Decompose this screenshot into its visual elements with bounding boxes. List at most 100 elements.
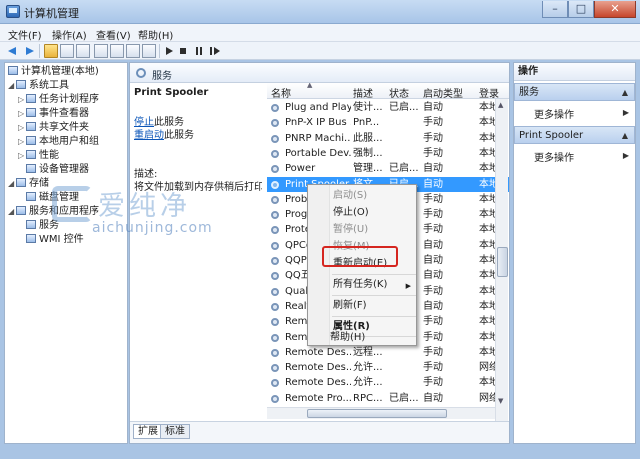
export-list-icon[interactable] (94, 44, 108, 58)
table-row[interactable]: PNRP Machi... 此服... 手动 本地 (267, 131, 509, 146)
services-apps-icon (16, 206, 26, 215)
tree-item-computer-management[interactable]: 计算机管理(本地) (8, 65, 99, 78)
column-logon[interactable]: 登录 (479, 85, 499, 100)
table-row[interactable]: Remote Pro... RPC... 已启... 自动 网络 (267, 391, 509, 406)
services-header-title: 服务 (152, 71, 172, 82)
collapse-triangle-icon[interactable]: ◢ (8, 205, 16, 218)
menu-item-pause[interactable]: 暂停(U) (330, 221, 416, 238)
minimize-button[interactable]: – (542, 1, 568, 18)
tab-extended[interactable]: 扩展 (133, 424, 163, 439)
more-actions-services[interactable]: 更多操作 (534, 106, 574, 121)
menu-item-all-tasks[interactable]: 所有任务(K) (330, 276, 416, 293)
table-row[interactable]: Plug and Play 使计... 已启... 自动 本地 (267, 100, 509, 115)
tree-item-performance[interactable]: ▷ 性能 (18, 149, 59, 162)
cell-status: 已启... (389, 392, 419, 404)
cell-startup-type: 手动 (423, 209, 443, 221)
cell-name: Remote Des... (285, 362, 351, 374)
close-button[interactable]: ✕ (594, 1, 636, 18)
properties-icon[interactable] (126, 44, 140, 58)
gear-icon (271, 364, 279, 373)
table-row[interactable]: Portable Dev... 强制... 手动 本地 (267, 146, 509, 161)
tree-item-shared-folders[interactable]: ▷ 共享文件夹 (18, 121, 89, 134)
table-row[interactable]: Remote Des... 允许... 手动 本地 (267, 375, 509, 390)
menu-action[interactable]: 操作(A) (52, 27, 87, 42)
restart-service-link[interactable]: 重启动 (134, 130, 164, 141)
start-service-icon[interactable] (162, 44, 176, 58)
expand-triangle-icon[interactable]: ▷ (18, 107, 26, 120)
storage-icon (16, 178, 26, 187)
collapse-triangle-icon[interactable]: ◢ (8, 177, 16, 190)
cell-name: Remote Pro... (285, 392, 351, 404)
console-tree-icon[interactable] (60, 44, 74, 58)
menu-file[interactable]: 文件(F) (8, 27, 42, 42)
maximize-button[interactable]: □ (568, 1, 594, 18)
tree-item-storage[interactable]: ◢ 存储 (8, 177, 49, 190)
tree-item-system-tools[interactable]: ◢ 系统工具 (8, 79, 69, 92)
pause-service-icon[interactable] (192, 44, 206, 58)
watermark-logo-icon (52, 186, 92, 222)
column-description[interactable]: 描述 (353, 85, 373, 100)
gear-icon (271, 180, 279, 189)
console-tree: 计算机管理(本地) ◢ 系统工具 ▷ 任务计划程序 ▷ 事件查看器 ▷ 共享文件夹 ▷ 本… (4, 62, 128, 444)
scroll-thumb[interactable] (497, 247, 508, 277)
menu-item-help[interactable]: 帮助(H) (330, 330, 400, 345)
forward-arrow-icon[interactable] (22, 44, 36, 58)
vertical-scrollbar[interactable]: ▲ ▼ (495, 99, 508, 427)
table-row[interactable]: Remote Des... 允许... 手动 网络 (267, 360, 509, 375)
gear-icon (271, 394, 279, 403)
menu-separator (332, 316, 416, 317)
stop-service-icon[interactable] (176, 44, 190, 58)
expand-triangle-icon[interactable]: ▷ (18, 149, 26, 162)
horizontal-scrollbar[interactable] (267, 407, 495, 419)
tree-item-task-scheduler[interactable]: ▷ 任务计划程序 (18, 93, 99, 106)
watermark: 爱纯净 aichunjing.com (52, 186, 252, 246)
gear-icon (271, 195, 279, 204)
actions-section-print-spooler[interactable]: Print Spooler ▲ (514, 126, 635, 144)
toolbar-divider (39, 44, 40, 58)
menu-separator (332, 274, 416, 275)
show-hide-icon[interactable] (142, 44, 156, 58)
tree-item-device-manager[interactable]: 设备管理器 (26, 163, 89, 176)
cell-startup-type: 手动 (423, 346, 443, 358)
table-row[interactable]: Power 管理... 已启... 自动 本地 (267, 161, 509, 176)
table-row[interactable]: Remote Des... 远程... 手动 本地 (267, 345, 509, 360)
tree-item-event-viewer[interactable]: ▷ 事件查看器 (18, 107, 89, 120)
refresh-icon[interactable] (76, 44, 90, 58)
scroll-down-icon[interactable]: ▼ (498, 397, 503, 405)
cell-description: 远程... (353, 346, 383, 358)
gear-icon (271, 165, 279, 174)
menu-view[interactable]: 查看(V) (96, 27, 131, 42)
computer-icon (8, 66, 18, 75)
back-arrow-icon[interactable] (6, 44, 20, 58)
tab-standard[interactable]: 标准 (160, 424, 190, 439)
column-status[interactable]: 状态 (389, 85, 409, 100)
scroll-up-icon[interactable]: ▲ (498, 101, 503, 109)
column-name[interactable]: 名称 (271, 85, 291, 100)
menu-item-start[interactable]: 启动(S) (330, 187, 416, 204)
collapse-triangle-icon[interactable]: ◢ (8, 79, 16, 92)
table-row[interactable]: PnP-X IP Bus ...PnP...手动本地 (267, 115, 509, 130)
actions-section-services[interactable]: 服务 ▲ (514, 83, 635, 101)
clock-icon (26, 94, 36, 103)
cell-startup-type: 手动 (423, 117, 443, 129)
cell-name: PNRP Machi... (285, 132, 351, 144)
restart-service-icon[interactable] (208, 44, 222, 58)
tree-item-local-users[interactable]: ▷ 本地用户和组 (18, 135, 99, 148)
expand-triangle-icon[interactable]: ▷ (18, 93, 26, 106)
more-actions-print-spooler[interactable]: 更多操作 (534, 149, 574, 164)
cell-description: 允许... (353, 377, 383, 389)
help-icon[interactable] (110, 44, 124, 58)
menu-help[interactable]: 帮助(H) (138, 27, 173, 42)
column-startup-type[interactable]: 启动类型 (423, 85, 463, 100)
list-header: ▲ 名称 描述 状态 启动类型 登录 (267, 83, 509, 100)
expand-triangle-icon[interactable]: ▷ (18, 135, 26, 148)
hscroll-thumb[interactable] (307, 409, 447, 418)
cell-startup-type: 手动 (423, 193, 443, 205)
menu-item-stop[interactable]: 停止(O) (330, 204, 416, 221)
event-icon (26, 108, 36, 117)
menu-item-refresh[interactable]: 刷新(F) (330, 297, 416, 314)
view-tabs: 扩展 标准 (130, 421, 509, 443)
up-folder-icon[interactable] (44, 44, 58, 58)
cell-startup-type: 手动 (423, 316, 443, 328)
expand-triangle-icon[interactable]: ▷ (18, 121, 26, 134)
